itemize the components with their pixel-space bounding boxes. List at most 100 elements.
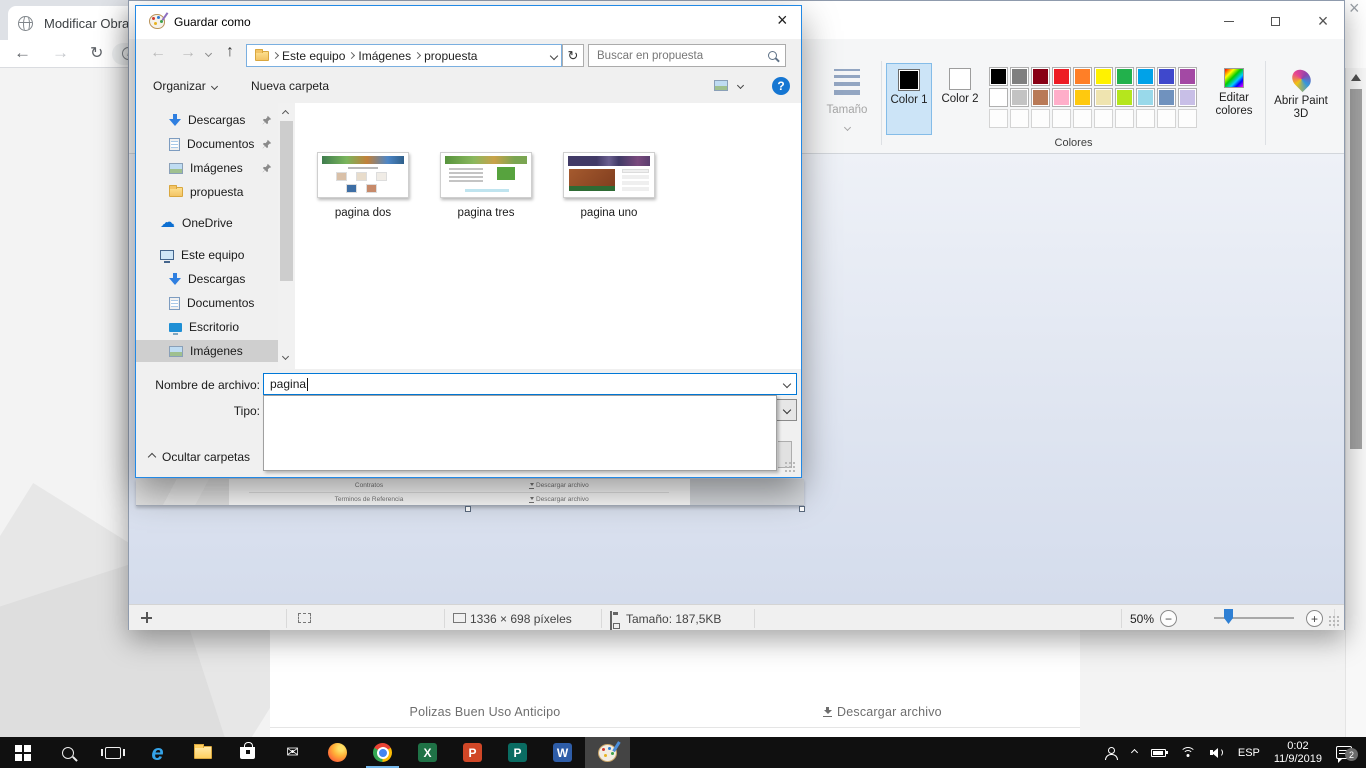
palette-swatch[interactable] [1115,88,1134,107]
start-button[interactable] [0,737,45,768]
organize-menu-button[interactable]: Organizar [153,79,217,93]
taskbar-mail[interactable] [270,737,315,768]
taskbar-chrome[interactable] [360,737,405,768]
palette-swatch[interactable] [1052,67,1071,86]
breadcrumb-item[interactable]: propuesta [420,49,481,63]
sidebar-item-descargas-quick[interactable]: Descargas [136,109,278,131]
palette-swatch[interactable] [1010,88,1029,107]
palette-swatch[interactable] [1115,67,1134,86]
sidebar-item-descargas[interactable]: Descargas [136,268,278,290]
refresh-button[interactable] [562,44,584,67]
sidebar-item-este-equipo[interactable]: Este equipo [136,244,278,266]
task-view-button[interactable] [90,737,135,768]
open-paint3d-button[interactable]: Abrir Paint 3D [1269,65,1333,139]
canvas-resize-handle-corner[interactable] [799,506,805,512]
taskbar-edge[interactable] [135,737,180,768]
taskbar-word[interactable] [540,737,585,768]
palette-swatch[interactable] [989,88,1008,107]
palette-swatch[interactable] [1157,67,1176,86]
palette-empty-swatch[interactable] [1136,109,1155,128]
window-resize-grip[interactable] [1328,615,1340,627]
breadcrumb-item[interactable]: Imágenes [354,49,415,63]
sidebar-item-onedrive[interactable]: OneDrive [136,212,278,234]
sidebar-item-documentos[interactable]: Documentos [136,292,278,314]
view-mode-icon[interactable] [714,80,728,91]
sidebar-item-escritorio[interactable]: Escritorio [136,316,278,338]
scrollbar-thumb[interactable] [1350,89,1362,449]
taskbar-file-explorer[interactable] [180,737,225,768]
nav-up-button[interactable] [226,43,234,61]
palette-swatch[interactable] [1178,88,1197,107]
dialog-resize-grip[interactable] [784,461,796,473]
palette-swatch[interactable] [989,67,1008,86]
dialog-close-button[interactable] [777,10,788,31]
palette-swatch[interactable] [1052,88,1071,107]
palette-swatch[interactable] [1094,67,1113,86]
nav-history-icon[interactable] [205,50,212,57]
palette-empty-swatch[interactable] [1010,109,1029,128]
tree-scroll-down-icon[interactable] [282,353,289,360]
new-folder-button[interactable]: Nueva carpeta [251,79,329,93]
volume-button[interactable] [1203,737,1231,768]
filename-autocomplete-dropdown[interactable] [263,395,777,471]
palette-swatch[interactable] [1031,67,1050,86]
palette-empty-swatch[interactable] [1073,109,1092,128]
nav-forward-button[interactable] [180,44,196,62]
taskbar-firefox[interactable] [315,737,360,768]
taskbar-store[interactable] [225,737,270,768]
palette-swatch[interactable] [1136,67,1155,86]
palette-swatch[interactable] [1010,67,1029,86]
palette-swatch[interactable] [1178,67,1197,86]
palette-empty-swatch[interactable] [1157,109,1176,128]
address-bar[interactable]: Este equipo Imágenes propuesta [246,44,562,67]
filename-dropdown-icon[interactable] [783,380,791,388]
tree-scrollbar-thumb[interactable] [280,121,293,281]
dialog-help-button[interactable] [772,77,790,95]
people-button[interactable] [1097,737,1125,768]
taskbar-search-button[interactable] [45,737,90,768]
sidebar-item-documentos-quick[interactable]: Documentos [136,133,278,155]
canvas-resize-handle-bottom[interactable] [465,506,471,512]
breadcrumb-item[interactable]: Este equipo [278,49,349,63]
language-button[interactable]: ESP [1231,737,1267,768]
zoom-in-button[interactable]: + [1306,610,1323,627]
file-thumbnail-pagina-uno[interactable] [563,152,655,198]
palette-empty-swatch[interactable] [1094,109,1113,128]
file-name-label[interactable]: pagina tres [426,207,546,219]
search-box[interactable]: Buscar en propuesta [588,44,786,67]
file-type-dropdown-icon[interactable] [783,406,791,414]
browser-back-button[interactable] [14,43,31,63]
action-center-button[interactable]: 2 [1329,737,1366,768]
file-thumbnail-pagina-tres[interactable] [440,152,532,198]
filename-input[interactable]: pagina [263,373,797,395]
sidebar-item-imagenes-selected[interactable]: Imágenes [136,340,278,362]
browser-forward-button[interactable] [52,43,69,63]
color1-button[interactable]: Color 1 [886,63,932,135]
color2-button[interactable]: Color 2 [937,63,983,135]
search-icon[interactable] [768,51,777,60]
palette-swatch[interactable] [1157,88,1176,107]
file-thumbnail-pagina-dos[interactable] [317,152,409,198]
tree-scrollbar[interactable] [278,103,295,369]
nav-back-button[interactable] [150,44,166,62]
battery-button[interactable] [1144,737,1173,768]
maximize-button[interactable] [1259,9,1291,33]
file-list-pane[interactable]: pagina dos pagina tres pagina uno [295,103,801,369]
palette-empty-swatch[interactable] [989,109,1008,128]
sidebar-item-imagenes-quick[interactable]: Imágenes [136,157,278,179]
browser-scrollbar[interactable] [1345,68,1366,737]
palette-swatch[interactable] [1094,88,1113,107]
address-dropdown-icon[interactable] [550,51,558,59]
palette-empty-swatch[interactable] [1115,109,1134,128]
palette-empty-swatch[interactable] [1178,109,1197,128]
palette-swatch[interactable] [1136,88,1155,107]
hide-folders-button[interactable]: Ocultar carpetas [149,450,250,464]
scrollbar-up-arrow[interactable] [1351,74,1361,81]
sidebar-item-propuesta[interactable]: propuesta [136,181,278,203]
file-name-label[interactable]: pagina dos [303,207,423,219]
zoom-slider-handle[interactable] [1224,609,1233,624]
download-link[interactable]: Descargar archivo [823,705,942,719]
clock-button[interactable]: 0:02 11/9/2019 [1267,737,1329,768]
view-mode-dropdown-icon[interactable] [737,82,744,89]
browser-close-button[interactable] [1349,0,1360,19]
